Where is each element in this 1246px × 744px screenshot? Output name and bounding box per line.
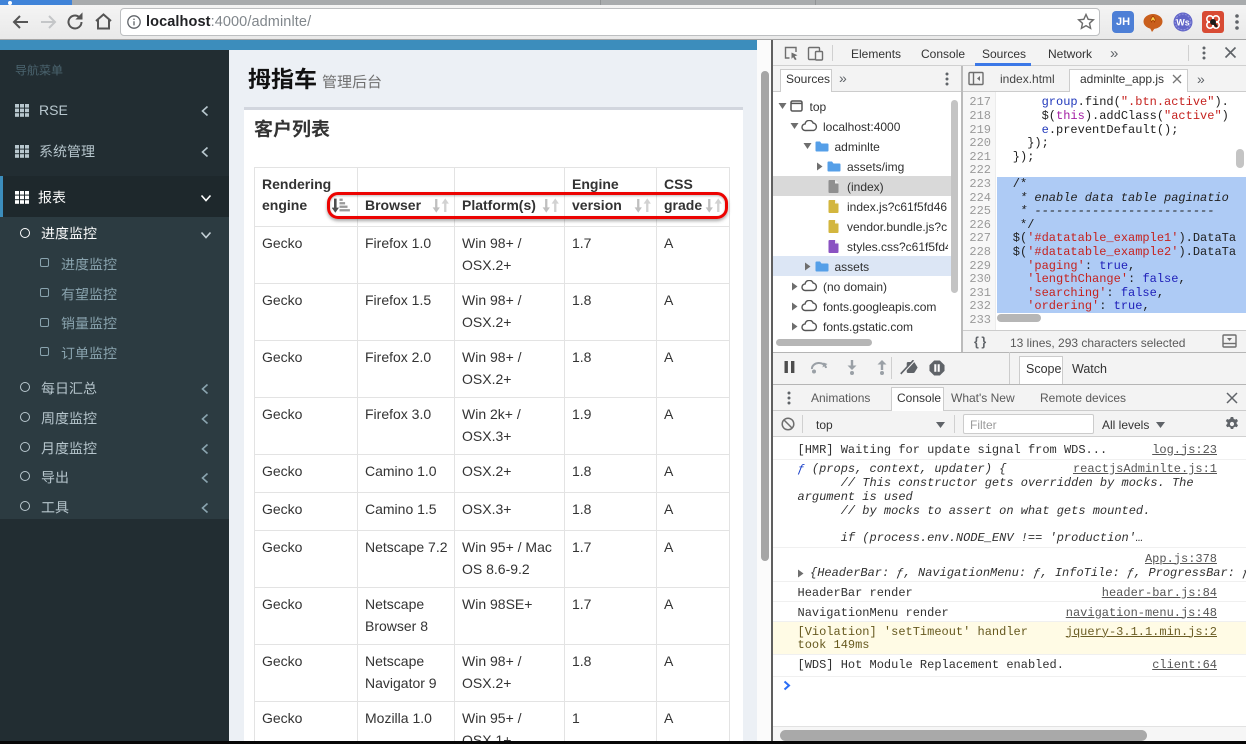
svg-text:Ws: Ws [1176,18,1190,28]
